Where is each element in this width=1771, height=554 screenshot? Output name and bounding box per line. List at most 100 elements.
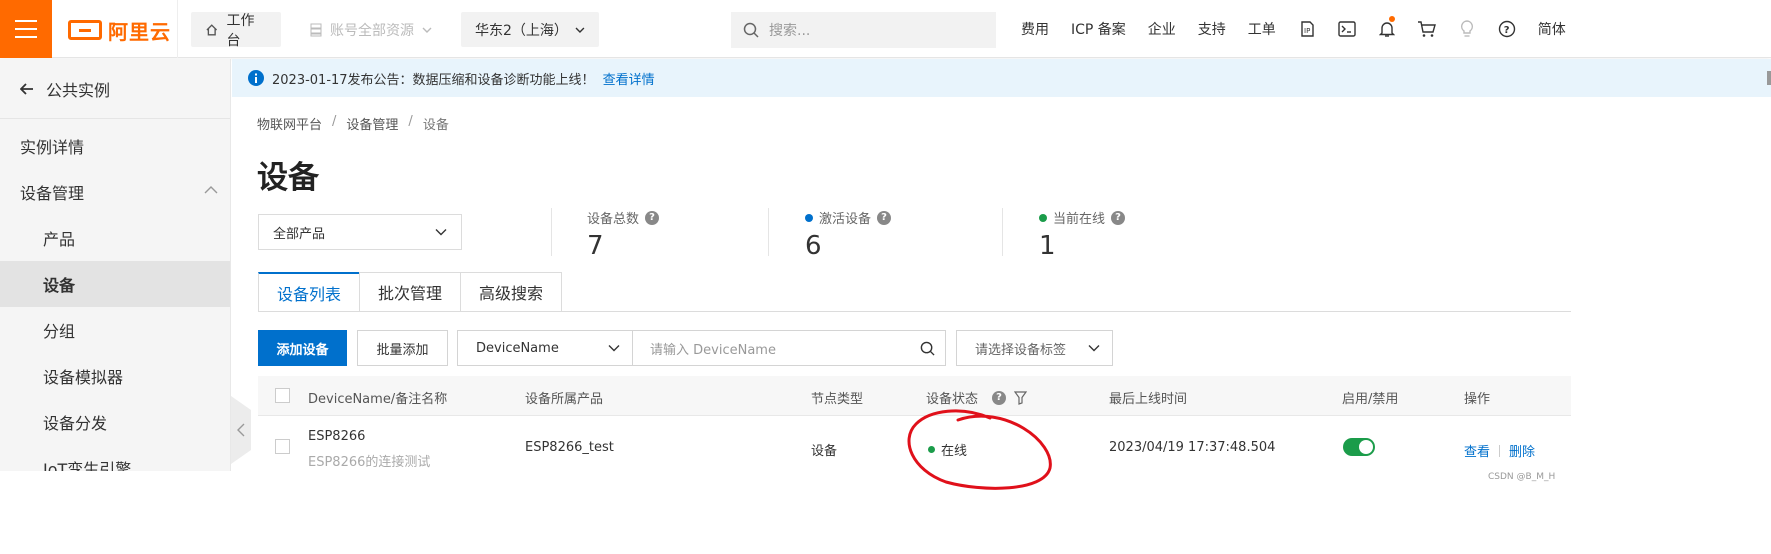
sidebar-item-product[interactable]: 产品 <box>0 215 230 261</box>
add-device-button[interactable]: 添加设备 <box>258 330 347 366</box>
help-icon[interactable]: ? <box>992 390 1007 405</box>
sidebar-item-label: 产品 <box>43 230 76 249</box>
batch-add-button[interactable]: 批量添加 <box>357 330 448 366</box>
page-title: 设备 <box>257 160 319 196</box>
back-to-instances-button[interactable]: 公共实例 <box>0 59 230 119</box>
search-icon[interactable] <box>920 341 935 356</box>
lightbulb-icon[interactable] <box>1447 0 1487 58</box>
divider <box>1002 208 1003 256</box>
divider <box>258 311 1571 312</box>
help-icon[interactable]: ? <box>645 210 660 225</box>
stat-value: 6 <box>805 231 822 261</box>
sidebar-item-group[interactable]: 分组 <box>0 307 230 353</box>
search-icon <box>743 22 759 38</box>
search-field-select[interactable]: DeviceName <box>457 330 633 366</box>
divider <box>177 0 178 58</box>
sidebar-item-label: 分组 <box>43 322 76 341</box>
chevron-down-icon <box>1088 345 1100 352</box>
column-header-label: 设备状态 <box>926 392 979 407</box>
enterprise-link[interactable]: 企业 <box>1148 19 1176 39</box>
close-icon[interactable] <box>1767 71 1771 85</box>
filter-icon[interactable] <box>1014 390 1028 405</box>
sidebar-item-device[interactable]: 设备 <box>0 261 230 307</box>
sidebar-item-label: 设备管理 <box>20 184 85 203</box>
delete-link[interactable]: 删除 <box>1509 441 1535 460</box>
column-header-devicename: DeviceName/备注名称 <box>308 392 448 407</box>
help-icon[interactable]: ? <box>1111 210 1126 225</box>
tab-batch-management[interactable]: 批次管理 <box>359 272 462 312</box>
column-header-last-online: 最后上线时间 <box>1109 392 1188 407</box>
breadcrumb-separator: / <box>332 114 337 129</box>
aliyun-logo[interactable]: 阿里云 <box>68 16 171 44</box>
enable-toggle[interactable] <box>1343 438 1375 456</box>
announcement-bar: 2023-01-17发布公告：数据压缩和设备诊断功能上线！ 查看详情 <box>232 59 1771 97</box>
notification-bell-icon[interactable] <box>1367 0 1407 58</box>
sidebar-item-device-management[interactable]: 设备管理 <box>0 169 230 215</box>
cart-icon[interactable] <box>1407 0 1447 58</box>
logo-text: 阿里云 <box>108 19 171 44</box>
stat-activated-devices: 激活设备? 6 <box>805 208 892 261</box>
icp-tool-icon[interactable]: IP <box>1287 0 1327 58</box>
chevron-down-icon <box>575 27 585 33</box>
stat-label: 设备总数 <box>587 212 640 227</box>
device-tag-select[interactable]: 请选择设备标签 <box>956 330 1113 366</box>
back-label: 公共实例 <box>46 80 111 100</box>
sidebar-item-device-simulator[interactable]: 设备模拟器 <box>0 353 230 399</box>
view-link[interactable]: 查看 <box>1464 441 1490 460</box>
chevron-left-icon <box>237 423 245 437</box>
sidebar-item-device-distribution[interactable]: 设备分发 <box>0 399 230 445</box>
column-header-status: 设备状态 ? <box>926 388 1028 407</box>
global-search-input[interactable]: 搜索... <box>731 12 996 48</box>
tab-advanced-search[interactable]: 高级搜索 <box>460 272 563 312</box>
sidebar-collapse-button[interactable] <box>231 396 251 464</box>
sidebar-item-label: 实例详情 <box>20 138 85 157</box>
ticket-link[interactable]: 工单 <box>1248 19 1276 39</box>
column-header-node-type: 节点类型 <box>811 392 864 407</box>
sidebar-item-label: 设备分发 <box>43 414 108 433</box>
aliyun-logo-icon <box>68 20 102 40</box>
search-placeholder: 搜索... <box>769 23 811 39</box>
breadcrumb-item[interactable]: 设备管理 <box>346 114 398 133</box>
hamburger-menu-button[interactable] <box>0 0 52 58</box>
device-tabs: 设备列表 批次管理 高级搜索 <box>258 272 563 312</box>
status-text: 在线 <box>941 444 968 459</box>
language-switch[interactable]: 简体 <box>1538 19 1566 39</box>
top-links: 费用 ICP 备案 企业 支持 工单 IP ? 简体 <box>1010 0 1577 58</box>
product-filter-select[interactable]: 全部产品 <box>258 214 462 250</box>
sidebar-item-label: IoT孪生引擎 <box>43 460 132 471</box>
device-tag-placeholder: 请选择设备标签 <box>975 342 1067 358</box>
stat-online-devices: 当前在线? 1 <box>1039 208 1126 261</box>
account-resources-select[interactable]: 账号全部资源 <box>296 12 446 47</box>
notification-badge <box>1388 16 1395 22</box>
announcement-text: 2023-01-17发布公告：数据压缩和设备诊断功能上线！ <box>272 72 595 88</box>
workbench-button[interactable]: 工作台 <box>191 12 281 49</box>
help-icon[interactable]: ? <box>877 210 892 225</box>
column-header-actions: 操作 <box>1464 392 1491 407</box>
announcement-details-link[interactable]: 查看详情 <box>603 69 655 88</box>
sidebar-item-label: 设备模拟器 <box>43 368 124 387</box>
device-remark: ESP8266的连接测试 <box>308 455 431 470</box>
info-icon <box>248 70 264 86</box>
row-actions: 查看 删除 <box>1464 441 1535 460</box>
arrow-left-icon <box>20 82 33 95</box>
support-link[interactable]: 支持 <box>1198 19 1226 39</box>
device-name-link[interactable]: ESP8266 <box>308 429 365 444</box>
icp-filing-link[interactable]: ICP 备案 <box>1071 19 1126 39</box>
region-select[interactable]: 华东2（上海） <box>461 12 599 47</box>
help-icon[interactable]: ? <box>1487 0 1527 58</box>
sidebar-item-instance-details[interactable]: 实例详情 <box>0 123 230 169</box>
row-checkbox[interactable] <box>275 439 290 454</box>
tab-device-list[interactable]: 设备列表 <box>258 272 361 312</box>
terminal-icon[interactable] <box>1327 0 1367 58</box>
chevron-up-icon <box>204 186 218 194</box>
breadcrumb: 物联网平台 / 设备管理 / 设备 <box>257 114 449 133</box>
select-all-checkbox[interactable] <box>275 388 290 403</box>
column-header-product: 设备所属产品 <box>525 392 604 407</box>
sidebar-item-iot-twin-engine[interactable]: IoT孪生引擎 <box>0 445 230 471</box>
breadcrumb-item[interactable]: 物联网平台 <box>257 114 322 133</box>
divider <box>551 208 552 256</box>
top-navigation-bar: 阿里云 工作台 账号全部资源 华东2（上海） 搜索... 费用 ICP 备案 企… <box>0 0 1771 58</box>
device-name-search-input[interactable]: 请输入 DeviceName <box>632 330 946 366</box>
fees-link[interactable]: 费用 <box>1021 19 1049 39</box>
page-bottom-area <box>0 471 1771 554</box>
